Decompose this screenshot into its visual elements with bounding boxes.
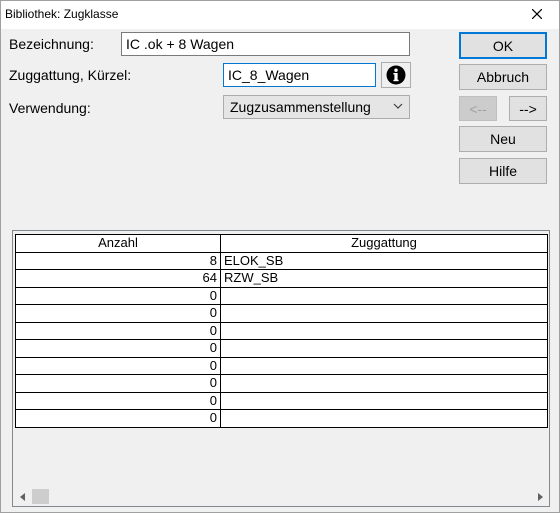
cell-zuggattung[interactable]	[220, 391, 548, 410]
composition-grid: Anzahl Zuggattung 8 ELOK_SB 64 RZW_SB 0	[12, 230, 550, 507]
kuerzel-input[interactable]: IC_8_Wagen	[223, 63, 376, 87]
neu-button[interactable]: Neu	[459, 126, 547, 152]
window-title: Bibliothek: Zugklasse	[5, 7, 119, 21]
table-header-row: Anzahl Zuggattung	[15, 234, 548, 253]
cell-zuggattung[interactable]	[220, 321, 548, 340]
title-bar: Bibliothek: Zugklasse	[1, 1, 559, 29]
scroll-right-button[interactable]	[531, 488, 548, 505]
chevron-down-icon	[393, 103, 403, 109]
cell-anzahl[interactable]: 0	[15, 321, 221, 340]
cell-anzahl[interactable]: 64	[15, 269, 221, 288]
horizontal-scrollbar[interactable]	[14, 488, 548, 505]
table-row: 64 RZW_SB	[15, 269, 548, 288]
cell-anzahl[interactable]: 0	[15, 391, 221, 410]
bezeichnung-input[interactable]: IC .ok + 8 Wagen	[121, 32, 410, 56]
cell-anzahl[interactable]: 0	[15, 356, 221, 375]
cell-anzahl[interactable]: 0	[15, 374, 221, 393]
info-icon	[386, 65, 406, 85]
table-row: 0	[15, 356, 548, 375]
scroll-left-button[interactable]	[14, 488, 31, 505]
prev-button[interactable]: <--	[459, 96, 497, 121]
table-row: 0	[15, 374, 548, 393]
verwendung-select[interactable]: Zugzusammenstellung	[223, 95, 410, 119]
kuerzel-label: Zuggattung, Kürzel:	[9, 67, 132, 83]
hilfe-button[interactable]: Hilfe	[459, 158, 547, 184]
info-button[interactable]	[381, 62, 411, 88]
cell-anzahl[interactable]: 0	[15, 304, 221, 323]
dialog-window: Bibliothek: Zugklasse Bezeichnung: IC .o…	[0, 0, 560, 513]
verwendung-selected-value: Zugzusammenstellung	[230, 99, 371, 115]
cell-anzahl[interactable]: 0	[15, 409, 221, 428]
cell-zuggattung[interactable]: RZW_SB	[220, 269, 548, 288]
scrollbar-thumb[interactable]	[32, 489, 49, 504]
cell-anzahl[interactable]: 0	[15, 286, 221, 305]
close-button[interactable]	[519, 3, 555, 25]
scroll-left-icon	[19, 492, 25, 501]
cell-zuggattung[interactable]	[220, 286, 548, 305]
table-row: 0	[15, 286, 548, 305]
cell-anzahl[interactable]: 8	[15, 251, 221, 270]
verwendung-label: Verwendung:	[9, 100, 91, 116]
composition-table: Anzahl Zuggattung 8 ELOK_SB 64 RZW_SB 0	[15, 234, 548, 428]
cell-anzahl[interactable]: 0	[15, 339, 221, 358]
close-icon	[532, 9, 542, 19]
table-row: 0	[15, 391, 548, 410]
cell-zuggattung[interactable]: ELOK_SB	[220, 251, 548, 270]
column-header-anzahl[interactable]: Anzahl	[15, 234, 221, 253]
scroll-right-icon	[537, 492, 543, 501]
table-row: 0	[15, 321, 548, 340]
ok-button[interactable]: OK	[459, 32, 547, 59]
column-header-zuggattung[interactable]: Zuggattung	[220, 234, 548, 253]
cell-zuggattung[interactable]	[220, 356, 548, 375]
table-row: 0	[15, 339, 548, 358]
table-row: 8 ELOK_SB	[15, 251, 548, 270]
cell-zuggattung[interactable]	[220, 339, 548, 358]
abbruch-button[interactable]: Abbruch	[459, 64, 547, 90]
table-row: 0	[15, 304, 548, 323]
cell-zuggattung[interactable]	[220, 409, 548, 428]
next-button[interactable]: -->	[509, 96, 547, 121]
bezeichnung-label: Bezeichnung:	[9, 36, 94, 52]
cell-zuggattung[interactable]	[220, 304, 548, 323]
cell-zuggattung[interactable]	[220, 374, 548, 393]
table-row: 0	[15, 409, 548, 428]
